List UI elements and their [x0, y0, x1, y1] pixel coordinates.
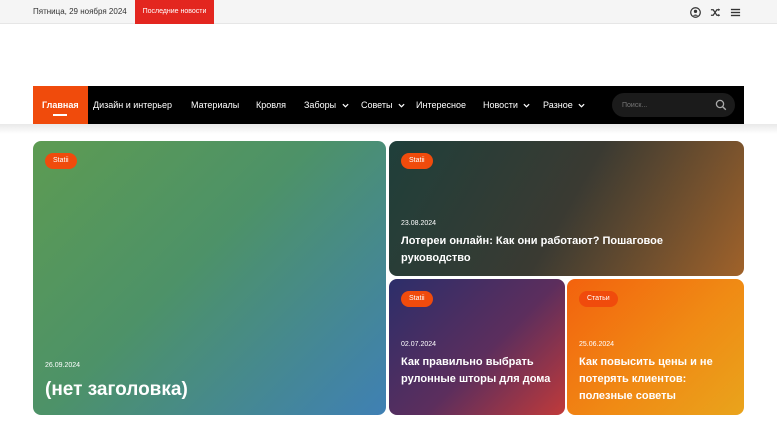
nav-item-materials[interactable]: Материалы — [191, 86, 239, 124]
category-badge[interactable]: Статьи — [579, 291, 618, 307]
main-navigation: Главная Дизайн и интерьер Материалы Кров… — [33, 86, 744, 124]
post-date: 26.09.2024 — [45, 362, 81, 369]
nav-item-roofing[interactable]: Кровля — [256, 86, 286, 124]
post-title[interactable]: Как правильно выбрать рулонные шторы для… — [401, 354, 553, 388]
post-title[interactable]: Как повысить цены и не потерять клиентов… — [579, 354, 732, 405]
nav-item-label: Кровля — [256, 100, 286, 110]
nav-item-label: Новости — [483, 100, 518, 110]
nav-item-label: Материалы — [191, 100, 240, 110]
top-bar: Пятница, 29 ноября 2024 Последние новост… — [0, 0, 777, 24]
hamburger-menu-icon[interactable] — [730, 7, 741, 18]
category-badge[interactable]: Statii — [401, 291, 433, 307]
nav-item-misc[interactable]: Разное — [543, 86, 585, 124]
featured-post-card[interactable]: Statii 26.09.2024 (нет заголовка) — [33, 141, 386, 415]
category-badge[interactable]: Statii — [45, 153, 77, 169]
current-date: Пятница, 29 ноября 2024 — [33, 7, 127, 16]
post-date: 02.07.2024 — [401, 341, 437, 348]
post-date: 25.06.2024 — [579, 341, 615, 348]
post-date: 23.08.2024 — [401, 220, 437, 227]
category-badge[interactable]: Statii — [401, 153, 433, 169]
nav-item-tips[interactable]: Советы — [361, 86, 405, 124]
chevron-down-icon — [398, 103, 405, 108]
post-card[interactable]: Статьи 25.06.2024 Как повысить цены и не… — [567, 279, 744, 415]
nav-item-news[interactable]: Новости — [483, 86, 530, 124]
nav-item-design-interior[interactable]: Дизайн и интерьер — [93, 86, 172, 124]
nav-item-label: Заборы — [304, 100, 337, 110]
nav-item-label: Интересное — [416, 100, 466, 110]
nav-shadow — [0, 124, 777, 134]
post-card[interactable]: Statii 02.07.2024 Как правильно выбрать … — [389, 279, 565, 415]
latest-news-button[interactable]: Последние новости — [135, 0, 214, 24]
top-bar-icons — [690, 0, 741, 24]
post-title[interactable]: (нет заголовка) — [45, 377, 374, 403]
nav-item-label: Разное — [543, 100, 573, 110]
chevron-down-icon — [578, 103, 585, 108]
nav-item-home[interactable]: Главная — [33, 86, 88, 124]
post-card[interactable]: Statii 23.08.2024 Лотереи онлайн: Как он… — [389, 141, 744, 276]
chevron-down-icon — [523, 103, 530, 108]
shuffle-icon[interactable] — [710, 7, 721, 18]
user-circle-icon[interactable] — [690, 6, 701, 18]
nav-item-label: Дизайн и интерьер — [93, 100, 173, 110]
nav-item-interesting[interactable]: Интересное — [416, 86, 466, 124]
post-title[interactable]: Лотереи онлайн: Как они работают? Пошаго… — [401, 233, 732, 267]
nav-item-label: Главная — [42, 100, 79, 110]
search-icon[interactable] — [715, 99, 727, 111]
search-input[interactable] — [622, 98, 712, 112]
nav-item-label: Советы — [361, 100, 393, 110]
nav-item-fences[interactable]: Заборы — [304, 86, 349, 124]
search-box — [612, 93, 735, 117]
chevron-down-icon — [342, 103, 349, 108]
